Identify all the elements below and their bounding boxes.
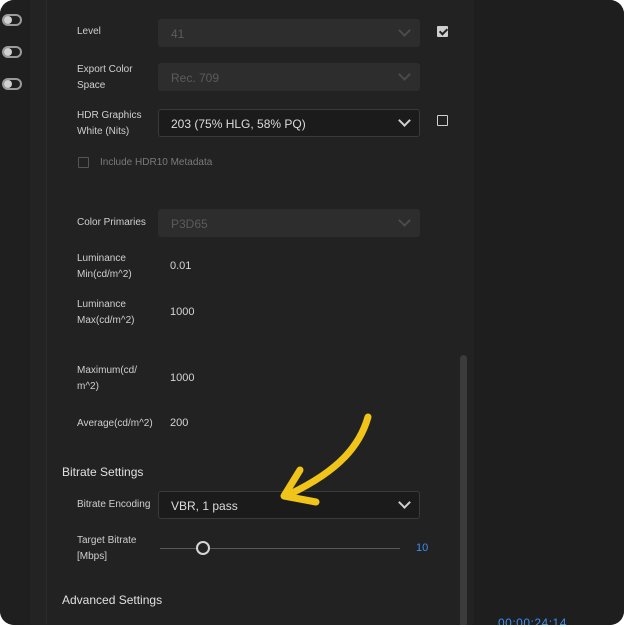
export-settings-window: 00;00;24;14 Level 41 Export Color Space … bbox=[0, 0, 624, 625]
annotation-arrow-icon bbox=[280, 413, 372, 506]
